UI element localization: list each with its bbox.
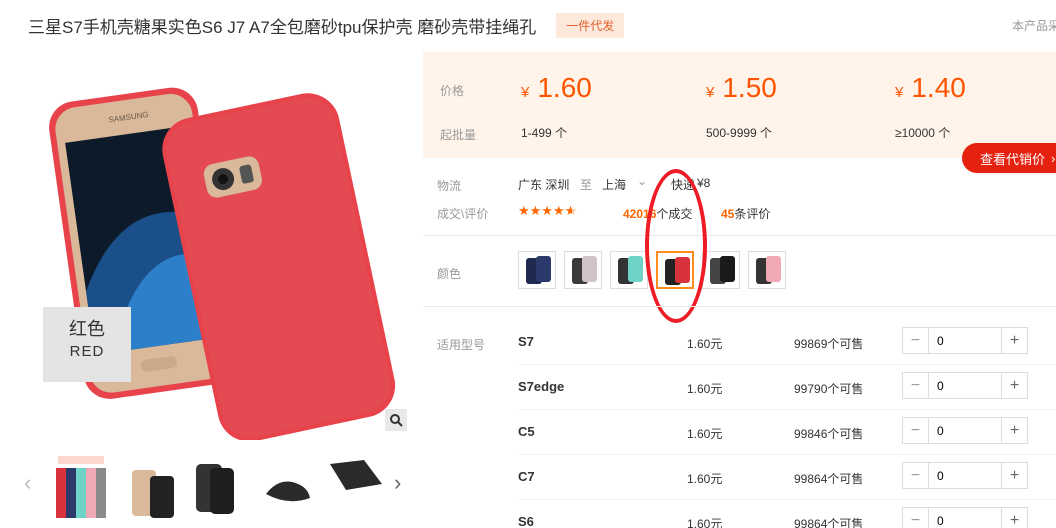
- quantity-input[interactable]: [929, 328, 999, 353]
- tier-range-3: ≥10000 个: [895, 126, 951, 140]
- tier-range-1: 1-499 个: [521, 126, 568, 140]
- shipping-fee: ¥8: [697, 176, 711, 190]
- zoom-icon[interactable]: [385, 409, 407, 431]
- quantity-input[interactable]: [929, 508, 999, 528]
- review-count[interactable]: 45条评价: [721, 205, 770, 222]
- model-stock: 99864个可售: [794, 472, 864, 486]
- plus-icon[interactable]: +: [1001, 328, 1027, 353]
- thumbnail-4[interactable]: [258, 454, 316, 520]
- quantity-stepper: − +: [902, 372, 1028, 399]
- color-swatch-black[interactable]: [702, 251, 740, 289]
- plus-icon[interactable]: +: [1001, 508, 1027, 528]
- divider: [423, 235, 1056, 236]
- quantity-stepper: − +: [902, 507, 1028, 528]
- model-name: S7edge: [518, 379, 565, 394]
- truncated-note: 本产品采: [1012, 19, 1056, 33]
- plus-icon[interactable]: +: [1001, 463, 1027, 488]
- thumbnail-2[interactable]: [124, 454, 182, 520]
- minus-icon[interactable]: −: [903, 328, 929, 353]
- color-swatch-mint[interactable]: [610, 251, 648, 289]
- tier-price-1: ¥1.60: [521, 72, 592, 103]
- model-row: S7edge 1.60元 99790个可售 − +: [423, 365, 1056, 410]
- color-swatch-grey[interactable]: [564, 251, 602, 289]
- model-name: S6: [518, 514, 534, 528]
- logistics-label: 物流: [437, 179, 462, 193]
- color-swatch-red[interactable]: [656, 251, 694, 289]
- model-row: S7 1.60元 99869个可售 − +: [423, 320, 1056, 365]
- model-price: 1.60元: [687, 427, 723, 441]
- minus-icon[interactable]: −: [903, 418, 929, 443]
- chevron-right-icon: ›: [1051, 150, 1056, 166]
- color-badge-en: RED: [69, 343, 105, 360]
- product-title: 三星S7手机壳糖果实色S6 J7 A7全包磨砂tpu保护壳 磨砂壳带挂绳孔: [28, 17, 537, 37]
- minus-icon[interactable]: −: [903, 463, 929, 488]
- chevron-down-icon[interactable]: ⌄: [637, 174, 647, 188]
- thumbnail-5[interactable]: [326, 454, 384, 520]
- quantity-input[interactable]: [929, 418, 999, 443]
- plus-icon[interactable]: +: [1001, 373, 1027, 398]
- model-stock: 99864个可售: [794, 517, 864, 528]
- color-swatch-navy[interactable]: [518, 251, 556, 289]
- agent-price-label: 查看代销价: [980, 151, 1046, 167]
- color-swatch-pink[interactable]: [748, 251, 786, 289]
- plus-icon[interactable]: +: [1001, 418, 1027, 443]
- model-row: C5 1.60元 99846个可售 − +: [423, 410, 1056, 455]
- title-row: 三星S7手机壳糖果实色S6 J7 A7全包磨砂tpu保护壳 磨砂壳带挂绳孔 一件…: [28, 10, 1056, 40]
- model-stock: 99869个可售: [794, 337, 864, 351]
- color-badge-zh: 红色: [69, 319, 105, 339]
- model-row: C7 1.60元 99864个可售 − +: [423, 455, 1056, 500]
- model-price: 1.60元: [687, 472, 723, 486]
- ship-to-word: 至: [580, 178, 593, 192]
- quantity-stepper: − +: [902, 327, 1028, 354]
- model-name: C7: [518, 469, 535, 484]
- deal-count: 42016个成交: [623, 207, 693, 221]
- model-price: 1.60元: [687, 382, 723, 396]
- quantity-input[interactable]: [929, 373, 999, 398]
- minus-icon[interactable]: −: [903, 508, 929, 528]
- ship-from: 广东 深圳: [518, 178, 570, 192]
- model-name: C5: [518, 424, 535, 439]
- thumb-prev-chevron-icon[interactable]: ‹: [24, 470, 31, 496]
- model-price: 1.60元: [687, 337, 723, 351]
- dropship-tag[interactable]: 一件代发: [556, 12, 625, 38]
- deals-label: 成交\评价: [437, 207, 489, 221]
- thumbnail-3[interactable]: [186, 454, 244, 520]
- ship-to-select[interactable]: 上海: [602, 176, 626, 193]
- thumbnail-1[interactable]: [52, 454, 110, 520]
- model-stock: 99790个可售: [794, 382, 864, 396]
- price-box: 价格 起批量 ¥1.60 ¥1.50 ¥1.40 1-499 个 500-999…: [423, 52, 1056, 158]
- model-row: S6 1.60元 99864个可售 − +: [423, 500, 1056, 528]
- quantity-input[interactable]: [929, 463, 999, 488]
- express-label: 快递: [671, 178, 696, 192]
- quantity-stepper: − +: [902, 417, 1028, 444]
- rating-stars: ★★★★★★: [518, 203, 578, 218]
- model-name: S7: [518, 334, 534, 349]
- color-badge: 红色 RED: [43, 307, 131, 382]
- model-price: 1.60元: [687, 517, 723, 528]
- price-label: 价格: [440, 84, 465, 98]
- quantity-stepper: − +: [902, 462, 1028, 489]
- tier-price-2: ¥1.50: [706, 72, 777, 103]
- color-label: 颜色: [437, 267, 462, 281]
- divider: [423, 306, 1056, 307]
- tier-range-2: 500-9999 个: [706, 126, 773, 140]
- model-stock: 99846个可售: [794, 427, 864, 441]
- tier-price-3: ¥1.40: [895, 72, 966, 103]
- batch-label: 起批量: [440, 128, 477, 142]
- minus-icon[interactable]: −: [903, 373, 929, 398]
- thumbnail-strip: ‹ ›: [22, 448, 414, 528]
- thumb-next-chevron-icon[interactable]: ›: [394, 470, 401, 496]
- agent-price-button[interactable]: 查看代销价 ›: [962, 143, 1056, 173]
